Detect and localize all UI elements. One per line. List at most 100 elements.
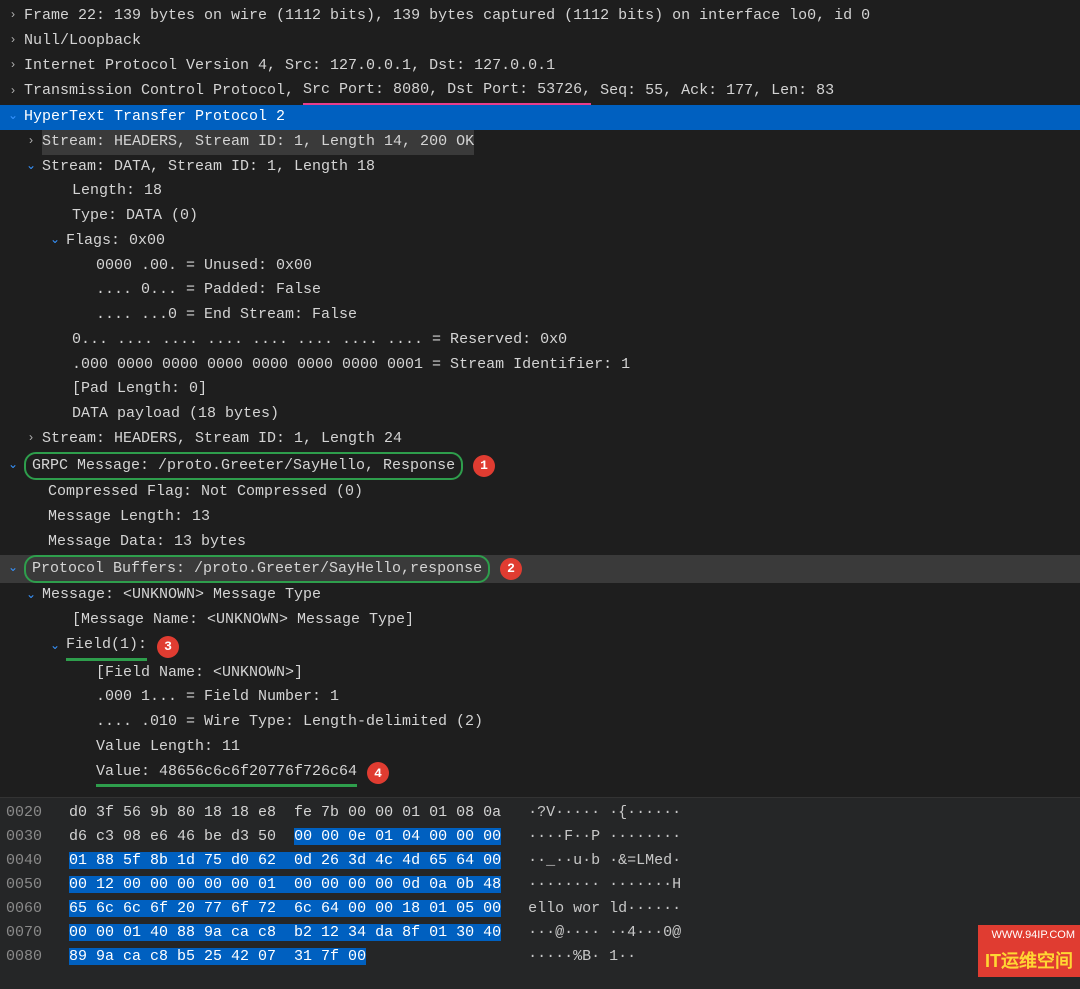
hex-bytes-selected: 01 88 5f 8b 1d 75 d0 62 0d 26 3d 4c 4d 6… <box>69 852 501 869</box>
chevron-down-icon[interactable]: ⌄ <box>48 231 62 251</box>
hex-row[interactable]: 0020 d0 3f 56 9b 80 18 18 e8 fe 7b 00 00… <box>6 801 1074 825</box>
callout-badge-3: 3 <box>157 636 179 658</box>
tree-row-grpc[interactable]: ⌄GRPC Message: /proto.Greeter/SayHello, … <box>0 452 1080 481</box>
hex-bytes: d6 c3 08 e6 46 be d3 50 <box>69 828 294 845</box>
chevron-right-icon[interactable]: › <box>24 132 38 152</box>
chevron-down-icon[interactable]: ⌄ <box>6 559 20 579</box>
tree-row-value[interactable]: Value: 48656c6c6f20776f726c644 <box>0 760 1080 788</box>
msgdata-label: Message Data: 13 bytes <box>48 530 246 555</box>
callout-badge-2: 2 <box>500 558 522 580</box>
wiretype-label: .... .010 = Wire Type: Length-delimited … <box>96 710 483 735</box>
hex-offset: 0040 <box>6 852 69 869</box>
chevron-right-icon[interactable]: › <box>6 82 20 102</box>
tcp-ports-highlight: Src Port: 8080, Dst Port: 53726, <box>303 78 591 105</box>
ip-summary: Internet Protocol Version 4, Src: 127.0.… <box>24 54 555 79</box>
chevron-right-icon[interactable]: › <box>24 429 38 449</box>
padded-label: .... 0... = Padded: False <box>96 278 321 303</box>
flags-label: Flags: 0x00 <box>66 229 165 254</box>
streamid-label: .000 0000 0000 0000 0000 0000 0000 0001 … <box>72 353 630 378</box>
type-label: Type: DATA (0) <box>72 204 198 229</box>
hex-offset: 0050 <box>6 876 69 893</box>
tree-row-http2[interactable]: ⌄HyperText Transfer Protocol 2 <box>0 105 1080 130</box>
chevron-down-icon[interactable]: ⌄ <box>24 157 38 177</box>
tree-row-stream-headers2[interactable]: ›Stream: HEADERS, Stream ID: 1, Length 2… <box>0 427 1080 452</box>
chevron-down-icon[interactable]: ⌄ <box>48 637 62 657</box>
tree-row-field1[interactable]: ⌄Field(1): 3 <box>0 633 1080 661</box>
tree-row-type[interactable]: Type: DATA (0) <box>0 204 1080 229</box>
hex-ascii: ··_··u·b ·&=LMed· <box>501 852 681 869</box>
hex-dump-pane[interactable]: 0020 d0 3f 56 9b 80 18 18 e8 fe 7b 00 00… <box>0 797 1080 989</box>
chevron-down-icon[interactable]: ⌄ <box>6 456 20 476</box>
tree-row-null-loopback[interactable]: ›Null/Loopback <box>0 29 1080 54</box>
hex-row[interactable]: 0030 d6 c3 08 e6 46 be d3 50 00 00 0e 01… <box>6 825 1074 849</box>
reserved-label: 0... .... .... .... .... .... .... .... … <box>72 328 567 353</box>
hex-row[interactable]: 0070 00 00 01 40 88 9a ca c8 b2 12 34 da… <box>6 921 1074 945</box>
tree-row-compressed[interactable]: Compressed Flag: Not Compressed (0) <box>0 480 1080 505</box>
hex-bytes: d0 3f 56 9b 80 18 18 e8 fe 7b 00 00 01 0… <box>69 804 501 821</box>
tree-row-padded[interactable]: .... 0... = Padded: False <box>0 278 1080 303</box>
watermark-title: IT运维空间 <box>978 946 1080 978</box>
hex-offset: 0070 <box>6 924 69 941</box>
chevron-right-icon[interactable]: › <box>6 56 20 76</box>
hex-row[interactable]: 0080 89 9a ca c8 b5 25 42 07 31 7f 00 ··… <box>6 945 1074 969</box>
tree-row-stream-headers[interactable]: ›Stream: HEADERS, Stream ID: 1, Length 1… <box>0 130 1080 155</box>
hex-bytes-selected: 89 9a ca c8 b5 25 42 07 31 7f 00 <box>69 948 366 965</box>
tree-row-ip[interactable]: ›Internet Protocol Version 4, Src: 127.0… <box>0 54 1080 79</box>
value-hex: 48656c6c6f20776f726c64 <box>159 763 357 780</box>
tree-row-msglen[interactable]: Message Length: 13 <box>0 505 1080 530</box>
tree-row-flags[interactable]: ⌄Flags: 0x00 <box>0 229 1080 254</box>
tcp-suffix: Seq: 55, Ack: 177, Len: 83 <box>591 79 834 104</box>
chevron-down-icon[interactable]: ⌄ <box>24 586 38 606</box>
hex-row[interactable]: 0060 65 6c 6c 6f 20 77 6f 72 6c 64 00 00… <box>6 897 1074 921</box>
tree-row-frame[interactable]: ›Frame 22: 139 bytes on wire (1112 bits)… <box>0 4 1080 29</box>
stream-data-label: Stream: DATA, Stream ID: 1, Length 18 <box>42 155 375 180</box>
hex-row[interactable]: 0040 01 88 5f 8b 1d 75 d0 62 0d 26 3d 4c… <box>6 849 1074 873</box>
field1-label: Field(1): <box>66 633 147 661</box>
tree-row-wiretype[interactable]: .... .010 = Wire Type: Length-delimited … <box>0 710 1080 735</box>
tree-row-fieldname[interactable]: [Field Name: <UNKNOWN>] <box>0 661 1080 686</box>
frame-summary: Frame 22: 139 bytes on wire (1112 bits),… <box>24 4 870 29</box>
tree-row-streamid[interactable]: .000 0000 0000 0000 0000 0000 0000 0001 … <box>0 353 1080 378</box>
hex-row[interactable]: 0050 00 12 00 00 00 00 00 01 00 00 00 00… <box>6 873 1074 897</box>
tree-row-stream-data[interactable]: ⌄Stream: DATA, Stream ID: 1, Length 18 <box>0 155 1080 180</box>
chevron-right-icon[interactable]: › <box>6 6 20 26</box>
value-label: Value: <box>96 763 159 780</box>
callout-badge-1: 1 <box>473 455 495 477</box>
hex-ascii: ········ ·······H <box>501 876 681 893</box>
hex-ascii: ·····%B· 1·· <box>366 948 636 965</box>
packet-details-tree[interactable]: ›Frame 22: 139 bytes on wire (1112 bits)… <box>0 0 1080 797</box>
endstream-label: .... ...0 = End Stream: False <box>96 303 357 328</box>
tree-row-payload[interactable]: DATA payload (18 bytes) <box>0 402 1080 427</box>
tree-row-reserved[interactable]: 0... .... .... .... .... .... .... .... … <box>0 328 1080 353</box>
http2-label: HyperText Transfer Protocol 2 <box>24 105 285 130</box>
tree-row-unused[interactable]: 0000 .00. = Unused: 0x00 <box>0 254 1080 279</box>
tree-row-fieldnum[interactable]: .000 1... = Field Number: 1 <box>0 685 1080 710</box>
tree-row-endstream[interactable]: .... ...0 = End Stream: False <box>0 303 1080 328</box>
tree-row-vallen[interactable]: Value Length: 11 <box>0 735 1080 760</box>
watermark: WWW.94IP.COM IT运维空间 <box>978 925 1080 977</box>
protobuf-label: Protocol Buffers: /proto.Greeter/SayHell… <box>24 555 490 584</box>
fieldname-label: [Field Name: <UNKNOWN>] <box>96 661 303 686</box>
hex-ascii: ···@···· ··4···0@ <box>501 924 681 941</box>
tree-row-msgname[interactable]: [Message Name: <UNKNOWN> Message Type] <box>0 608 1080 633</box>
tree-row-protobuf[interactable]: ⌄Protocol Buffers: /proto.Greeter/SayHel… <box>0 555 1080 584</box>
hex-bytes-selected: 00 00 0e 01 04 00 00 00 <box>294 828 501 845</box>
tree-row-tcp[interactable]: ›Transmission Control Protocol, Src Port… <box>0 78 1080 105</box>
message-label: Message: <UNKNOWN> Message Type <box>42 583 321 608</box>
payload-label: DATA payload (18 bytes) <box>72 402 279 427</box>
tree-row-padlen[interactable]: [Pad Length: 0] <box>0 377 1080 402</box>
hex-offset: 0080 <box>6 948 69 965</box>
tree-row-msgdata[interactable]: Message Data: 13 bytes <box>0 530 1080 555</box>
hex-ascii: ·?V····· ·{······ <box>501 804 681 821</box>
grpc-label: GRPC Message: /proto.Greeter/SayHello, R… <box>24 452 463 481</box>
length-label: Length: 18 <box>72 179 162 204</box>
hex-ascii: ello wor ld······ <box>501 900 681 917</box>
tcp-prefix: Transmission Control Protocol, <box>24 79 303 104</box>
msgname-label: [Message Name: <UNKNOWN> Message Type] <box>72 608 414 633</box>
hex-bytes-selected: 00 00 01 40 88 9a ca c8 b2 12 34 da 8f 0… <box>69 924 501 941</box>
tree-row-length[interactable]: Length: 18 <box>0 179 1080 204</box>
watermark-url: WWW.94IP.COM <box>978 925 1080 945</box>
tree-row-message[interactable]: ⌄Message: <UNKNOWN> Message Type <box>0 583 1080 608</box>
chevron-right-icon[interactable]: › <box>6 31 20 51</box>
chevron-down-icon[interactable]: ⌄ <box>6 107 20 127</box>
